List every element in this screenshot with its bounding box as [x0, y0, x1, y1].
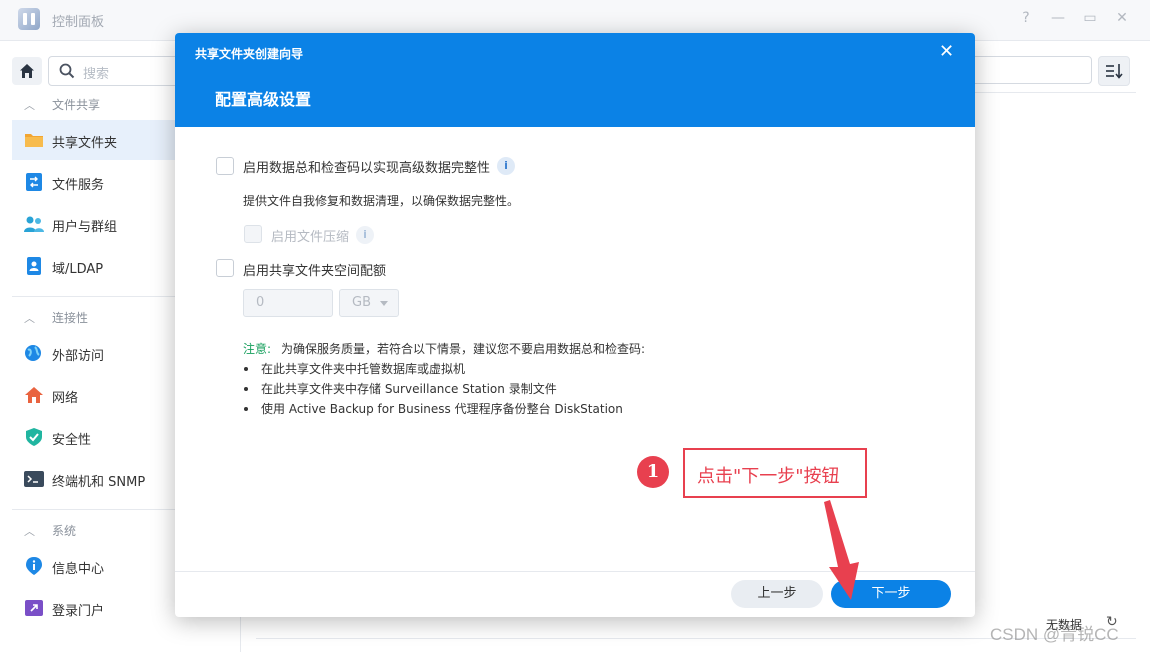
- chevron-up-icon: ︿: [24, 312, 35, 325]
- maximize-button[interactable]: ▭: [1080, 10, 1100, 26]
- previous-button[interactable]: 上一步: [731, 580, 823, 608]
- dialog-header: 共享文件夹创建向导 ✕ 配置高级设置: [175, 33, 975, 127]
- home-button[interactable]: [12, 57, 42, 85]
- control-panel-app-icon: [18, 8, 40, 30]
- close-icon[interactable]: ✕: [939, 41, 954, 62]
- users-icon: [24, 216, 44, 232]
- annotation-callout: 点击"下一步"按钮: [683, 448, 867, 498]
- shared-folder-wizard-dialog: 共享文件夹创建向导 ✕ 配置高级设置 启用数据总和检查码以实现高级数据完整性 i…: [175, 33, 975, 617]
- checksum-checkbox[interactable]: [216, 157, 234, 175]
- info-icon[interactable]: i: [497, 157, 515, 175]
- checksum-description: 提供文件自我修复和数据清理，以确保数据完整性。: [243, 194, 520, 208]
- compression-label: 启用文件压缩: [271, 230, 350, 245]
- terminal-icon: [24, 471, 44, 487]
- list-item: 在此共享文件夹中托管数据库或虚拟机: [243, 359, 623, 379]
- wizard-title: 共享文件夹创建向导: [195, 47, 304, 61]
- info-icon: [26, 557, 42, 575]
- watermark: CSDN @青锐CC: [990, 625, 1119, 644]
- section-header-system[interactable]: ︿ 系统: [24, 522, 76, 539]
- home-icon: [20, 64, 34, 78]
- network-home-icon: [25, 387, 43, 403]
- chevron-up-icon: ︿: [24, 99, 35, 112]
- dialog-footer-divider: [175, 571, 975, 572]
- step-title: 配置高级设置: [215, 90, 312, 109]
- quota-checkbox[interactable]: [216, 259, 234, 277]
- window-title: 控制面板: [52, 15, 105, 30]
- domain-icon: [27, 257, 41, 275]
- globe-icon: [25, 345, 41, 361]
- list-item: 在此共享文件夹中存储 Surveillance Station 录制文件: [243, 379, 623, 399]
- file-services-icon: [26, 173, 42, 191]
- quota-unit-value: GB: [352, 295, 371, 310]
- minimize-button[interactable]: —: [1048, 10, 1068, 26]
- checksum-label[interactable]: 启用数据总和检查码以实现高级数据完整性: [243, 157, 490, 176]
- help-icon[interactable]: ?: [1016, 10, 1036, 26]
- note-text: 注意: 为确保服务质量，若符合以下情景，建议您不要启用数据总和检查码:: [243, 342, 646, 356]
- section-header-file-sharing[interactable]: ︿ 文件共享: [24, 96, 100, 113]
- portal-icon: [25, 600, 43, 616]
- close-window-button[interactable]: ✕: [1112, 10, 1132, 26]
- chevron-down-icon: [380, 301, 388, 306]
- note-bullet-list: 在此共享文件夹中托管数据库或虚拟机 在此共享文件夹中存储 Surveillanc…: [243, 359, 623, 419]
- next-button[interactable]: 下一步: [831, 580, 951, 608]
- compression-checkbox[interactable]: [244, 225, 262, 243]
- info-icon[interactable]: i: [356, 226, 374, 244]
- list-item: 使用 Active Backup for Business 代理程序备份整台 D…: [243, 399, 623, 419]
- annotation-step-number: 1: [637, 456, 669, 488]
- quota-label[interactable]: 启用共享文件夹空间配额: [243, 260, 386, 279]
- sort-icon: [1106, 64, 1123, 79]
- quota-unit-select[interactable]: GB: [339, 289, 399, 317]
- quota-value: 0: [256, 295, 265, 310]
- search-icon: [59, 63, 75, 79]
- quota-size-input[interactable]: 0: [243, 289, 333, 317]
- section-header-connectivity[interactable]: ︿ 连接性: [24, 309, 88, 326]
- annotation-text: 点击"下一步"按钮: [697, 466, 840, 487]
- note-label: 注意:: [243, 342, 272, 356]
- sort-button[interactable]: [1098, 56, 1130, 86]
- folder-icon: [25, 134, 43, 147]
- search-placeholder: 搜索: [83, 67, 110, 82]
- shield-icon: [26, 428, 42, 446]
- main-search-input[interactable]: [960, 56, 1092, 84]
- chevron-up-icon: ︿: [24, 525, 35, 538]
